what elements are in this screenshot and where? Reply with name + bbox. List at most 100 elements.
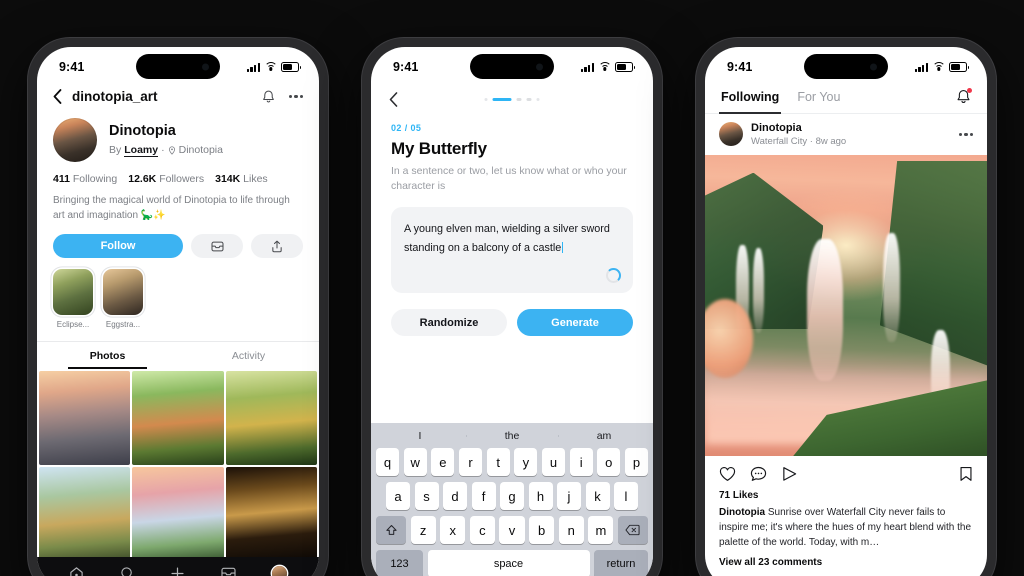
key[interactable]: k: [585, 482, 610, 510]
grid-photo[interactable]: [39, 467, 131, 562]
tab-activity[interactable]: Activity: [178, 342, 319, 369]
profile-tabs: Photos Activity: [37, 341, 319, 369]
step-counter: 02 / 05: [391, 123, 422, 133]
stat-following-label: Following: [72, 173, 118, 185]
tab-following[interactable]: Following: [718, 87, 782, 114]
grid-photo[interactable]: [39, 371, 131, 466]
stat-likes[interactable]: 314K Likes: [215, 173, 268, 185]
space-key[interactable]: space: [427, 550, 590, 576]
randomize-button[interactable]: Randomize: [391, 309, 507, 337]
more-horizontal-icon[interactable]: [288, 94, 303, 99]
key[interactable]: b: [529, 516, 555, 544]
avatar-icon[interactable]: [272, 565, 288, 576]
key[interactable]: x: [440, 516, 466, 544]
pager-dot[interactable]: [536, 97, 540, 101]
pager-dot[interactable]: [516, 97, 522, 101]
plus-icon[interactable]: [170, 566, 185, 576]
battery-icon: [615, 62, 636, 72]
highlight-item[interactable]: Eclipse...: [53, 269, 93, 329]
status-badge: [967, 88, 972, 93]
key[interactable]: m: [588, 516, 614, 544]
key[interactable]: l: [614, 482, 638, 510]
key[interactable]: i: [569, 448, 593, 476]
tab-for-you[interactable]: For You: [797, 87, 840, 113]
page-title: Dinotopia: [109, 123, 176, 140]
status-time: 9:41: [393, 60, 419, 74]
shift-up-icon[interactable]: [376, 516, 406, 544]
more-horizontal-icon[interactable]: [958, 132, 973, 136]
send-icon[interactable]: [781, 466, 798, 482]
post-author[interactable]: Dinotopia: [751, 122, 846, 134]
search-icon[interactable]: [120, 566, 135, 576]
key[interactable]: o: [597, 448, 621, 476]
image-waterfall: [752, 248, 765, 333]
share-button[interactable]: [251, 234, 303, 258]
stat-following[interactable]: 411 Following: [53, 173, 117, 185]
author-link[interactable]: Loamy: [124, 144, 159, 157]
inbox-icon[interactable]: [221, 567, 236, 576]
grid-photo[interactable]: [132, 371, 224, 466]
character-description-input[interactable]: A young elven man, wielding a silver swo…: [391, 207, 633, 294]
bell-icon[interactable]: [262, 90, 275, 104]
avatar[interactable]: [719, 122, 743, 147]
pager-dot[interactable]: [484, 97, 488, 101]
key[interactable]: t: [486, 448, 510, 476]
heart-icon[interactable]: [719, 466, 736, 482]
generate-button[interactable]: Generate: [517, 309, 633, 337]
view-comments-link[interactable]: View all 23 comments: [705, 550, 987, 576]
suggestion-item[interactable]: the: [466, 430, 558, 442]
key[interactable]: f: [471, 482, 496, 510]
inbox-icon: [210, 241, 224, 252]
highlight-label: Eggstra...: [105, 320, 141, 329]
notifications-button[interactable]: [956, 88, 972, 111]
key[interactable]: c: [469, 516, 495, 544]
wifi-icon: [598, 62, 611, 72]
phone1-screen: 9:41 dinotopia_art Dinotopia By Loamy · …: [37, 47, 319, 576]
key[interactable]: w: [403, 448, 427, 476]
stat-followers[interactable]: 12.6K Followers: [128, 173, 204, 185]
key[interactable]: s: [414, 482, 439, 510]
key[interactable]: a: [386, 482, 410, 510]
pager-dot[interactable]: [526, 97, 532, 101]
key[interactable]: j: [557, 482, 581, 510]
key[interactable]: e: [431, 448, 455, 476]
profile-handle: dinotopia_art: [72, 89, 158, 104]
caption-author[interactable]: Dinotopia: [719, 507, 765, 518]
back-icon[interactable]: [53, 89, 62, 104]
backspace-icon[interactable]: [617, 516, 648, 544]
highlight-item[interactable]: Eggstra...: [103, 269, 143, 329]
key[interactable]: n: [558, 516, 584, 544]
key[interactable]: y: [514, 448, 538, 476]
key[interactable]: p: [624, 448, 649, 476]
grid-photo[interactable]: [225, 467, 317, 562]
keyboard-row-3: z x c v b n m: [374, 516, 650, 544]
post-image[interactable]: [705, 154, 987, 457]
key[interactable]: r: [458, 448, 483, 476]
pager-dot-active[interactable]: [492, 97, 512, 101]
comment-icon[interactable]: [750, 466, 767, 482]
avatar[interactable]: [53, 118, 97, 162]
numbers-key[interactable]: 123: [376, 550, 423, 576]
key[interactable]: h: [528, 482, 553, 510]
highlight-thumbnail: [53, 269, 93, 315]
message-button[interactable]: [191, 234, 243, 258]
grid-photo[interactable]: [132, 467, 224, 562]
back-icon[interactable]: [389, 91, 398, 107]
return-key[interactable]: return: [594, 550, 648, 576]
follow-button[interactable]: Follow: [53, 234, 183, 258]
key[interactable]: v: [499, 516, 525, 544]
bookmark-icon[interactable]: [959, 466, 973, 482]
suggestion-item[interactable]: am: [558, 430, 650, 442]
key[interactable]: d: [443, 482, 467, 510]
suggestion-item[interactable]: I: [374, 430, 466, 442]
grid-photo[interactable]: [225, 371, 317, 466]
key[interactable]: q: [375, 448, 400, 476]
tab-photos[interactable]: Photos: [37, 342, 178, 369]
key[interactable]: u: [541, 448, 566, 476]
key[interactable]: g: [500, 482, 524, 510]
stat-likes-value: 314K: [215, 173, 241, 185]
wifi-icon: [264, 62, 277, 72]
home-icon[interactable]: [69, 566, 84, 576]
profile-byline: By Loamy · Dinotopia: [109, 144, 223, 157]
key[interactable]: z: [410, 516, 436, 544]
